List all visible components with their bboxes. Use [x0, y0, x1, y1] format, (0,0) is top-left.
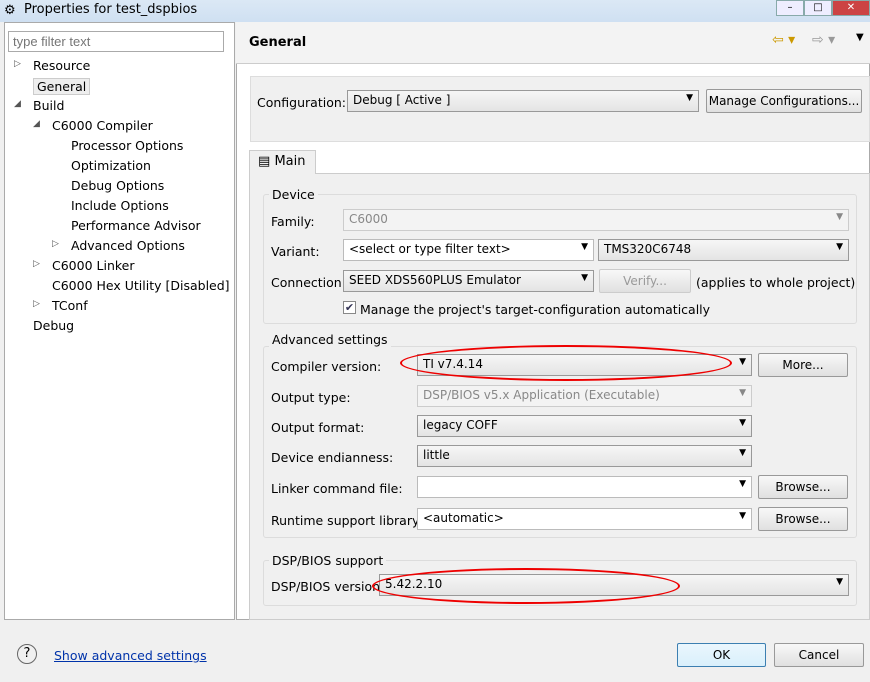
variant-filter-value: <select or type filter text>	[349, 242, 511, 256]
collapsed-arrow-icon[interactable]: ▷	[14, 59, 21, 69]
output-format-select[interactable]: legacy COFF ▼	[417, 415, 752, 437]
rts-value: <automatic>	[423, 511, 504, 525]
highlight-oval-compiler	[400, 345, 732, 381]
endianness-select[interactable]: little ▼	[417, 445, 752, 467]
tree-item-label: C6000 Compiler	[52, 118, 153, 133]
tree-item-label: C6000 Linker	[52, 258, 135, 273]
tree-item-label: Include Options	[71, 198, 169, 213]
app-icon: ⚙	[4, 3, 16, 18]
verify-button: Verify...	[599, 269, 691, 293]
rts-browse-button[interactable]: Browse...	[758, 507, 848, 531]
family-label: Family:	[271, 214, 315, 229]
tree-item-label: Processor Options	[71, 138, 184, 153]
chevron-down-icon: ▼	[739, 418, 746, 428]
device-title: Device	[269, 187, 318, 202]
output-format-label: Output format:	[271, 420, 365, 435]
tree-item-label: Advanced Options	[71, 238, 185, 253]
tab-main[interactable]: ▤ Main	[249, 150, 316, 174]
bios-title: DSP/BIOS support	[269, 553, 387, 568]
endianness-label: Device endianness:	[271, 450, 394, 465]
tree-item-label: General	[33, 78, 91, 95]
collapsed-arrow-icon[interactable]: ▷	[33, 259, 40, 269]
chevron-down-icon: ▼	[581, 242, 588, 252]
rts-select[interactable]: <automatic> ▼	[417, 508, 752, 530]
chevron-down-icon: ▼	[739, 388, 746, 398]
chevron-down-icon: ▼	[836, 577, 843, 587]
variant-filter-select[interactable]: <select or type filter text> ▼	[343, 239, 594, 261]
output-type-select: DSP/BIOS v5.x Application (Executable) ▼	[417, 385, 752, 407]
connection-select[interactable]: SEED XDS560PLUS Emulator ▼	[343, 270, 594, 292]
tree-item-label: Build	[33, 98, 65, 113]
configuration-value: Debug [ Active ]	[353, 93, 451, 107]
linker-select[interactable]: ▼	[417, 476, 752, 498]
expanded-arrow-icon[interactable]: ◢	[33, 119, 40, 129]
back-icon[interactable]: ⇦ ▾	[772, 32, 795, 48]
footer: ? Show advanced settings OK Cancel	[0, 620, 870, 682]
minimize-button[interactable]: –	[776, 0, 804, 16]
menu-icon[interactable]: ▼	[856, 32, 864, 43]
tree-item-label: Resource	[33, 58, 91, 73]
compiler-label: Compiler version:	[271, 359, 382, 374]
help-icon[interactable]: ?	[17, 644, 37, 664]
chevron-down-icon: ▼	[739, 511, 746, 521]
tree-item-label: Performance Advisor	[71, 218, 201, 233]
table-icon: ▤	[258, 154, 271, 169]
linker-browse-button[interactable]: Browse...	[758, 475, 848, 499]
tab-main-label: Main	[274, 154, 306, 169]
chevron-down-icon: ▼	[739, 479, 746, 489]
forward-icon[interactable]: ⇨ ▾	[812, 32, 835, 48]
rts-label: Runtime support library:	[271, 513, 423, 528]
variant-label: Variant:	[271, 244, 320, 259]
configuration-label: Configuration:	[257, 95, 346, 110]
title-bar: ⚙ Properties for test_dspbios – □ ✕	[0, 0, 870, 22]
tree-item-label: C6000 Hex Utility [Disabled]	[52, 278, 230, 293]
close-button[interactable]: ✕	[832, 0, 870, 16]
advanced-title: Advanced settings	[269, 332, 391, 347]
variant-select[interactable]: TMS320C6748 ▼	[598, 239, 849, 261]
family-select: C6000 ▼	[343, 209, 849, 231]
cancel-button[interactable]: Cancel	[774, 643, 864, 667]
more-button[interactable]: More...	[758, 353, 848, 377]
output-type-value: DSP/BIOS v5.x Application (Executable)	[423, 388, 660, 402]
chevron-down-icon: ▼	[836, 212, 843, 222]
linker-label: Linker command file:	[271, 481, 403, 496]
chevron-down-icon: ▼	[739, 448, 746, 458]
expanded-arrow-icon[interactable]: ◢	[14, 99, 21, 109]
filter-input[interactable]	[8, 31, 224, 52]
tree-item-label: Debug Options	[71, 178, 165, 193]
tree-item-label: Optimization	[71, 158, 151, 173]
page-header: General ⇦ ▾ ⇨ ▾ ▼	[236, 22, 870, 64]
chevron-down-icon: ▼	[581, 273, 588, 283]
bios-version-label: DSP/BIOS version:	[271, 579, 385, 594]
maximize-button[interactable]: □	[804, 0, 832, 16]
chevron-down-icon: ▼	[836, 242, 843, 252]
ok-button[interactable]: OK	[677, 643, 766, 667]
show-advanced-link[interactable]: Show advanced settings	[54, 648, 207, 663]
output-format-value: legacy COFF	[423, 418, 498, 432]
manage-checkbox-label: Manage the project's target-configuratio…	[360, 302, 711, 317]
tree-item-label: Debug	[33, 318, 75, 333]
highlight-oval-bios	[372, 568, 680, 604]
configuration-select[interactable]: Debug [ Active ] ▼	[347, 90, 699, 112]
chevron-down-icon: ▼	[739, 357, 746, 367]
connection-value: SEED XDS560PLUS Emulator	[349, 273, 521, 287]
window-title: Properties for test_dspbios	[24, 2, 198, 17]
output-type-label: Output type:	[271, 390, 351, 405]
collapsed-arrow-icon[interactable]: ▷	[33, 299, 40, 309]
manage-checkbox[interactable]: ✔	[343, 301, 356, 314]
manage-configurations-button[interactable]: Manage Configurations...	[706, 89, 862, 113]
endianness-value: little	[423, 448, 450, 462]
collapsed-arrow-icon[interactable]: ▷	[52, 239, 59, 249]
page-title: General	[249, 35, 307, 50]
variant-value: TMS320C6748	[604, 242, 692, 256]
applies-note: (applies to whole project)	[696, 275, 856, 290]
family-value: C6000	[349, 212, 388, 226]
connection-label: Connection:	[271, 275, 346, 290]
chevron-down-icon: ▼	[686, 93, 693, 103]
tree-item-label: TConf	[52, 298, 88, 313]
